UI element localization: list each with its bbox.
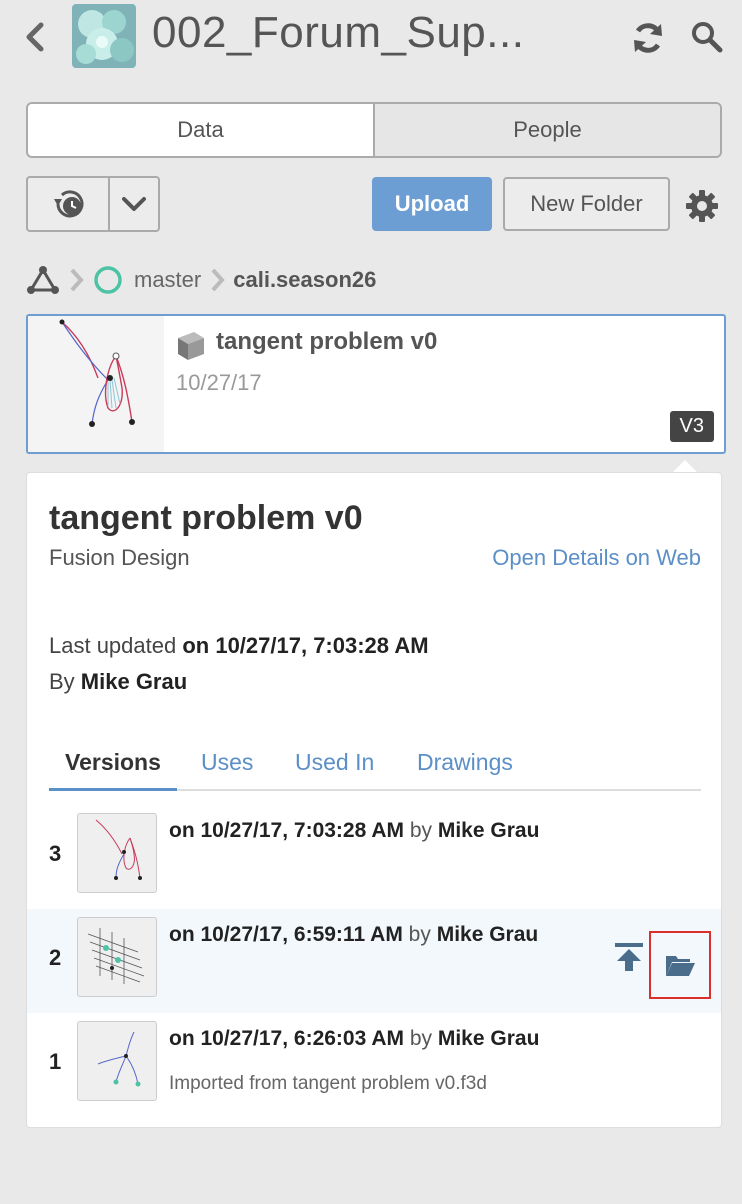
details-title: tangent problem v0 (49, 499, 363, 537)
history-menu-toggle[interactable] (110, 178, 158, 230)
history-icon (54, 190, 84, 218)
promote-icon (615, 943, 643, 971)
version-info: on 10/27/17, 6:59:11 AM by Mike Grau (169, 923, 538, 947)
version-author: Mike Grau (437, 819, 540, 842)
tab-uses[interactable]: Uses (201, 749, 253, 791)
last-updated: Last updated on 10/27/17, 7:03:28 AM (49, 633, 429, 659)
tab-data[interactable]: Data (28, 104, 375, 156)
search-icon (692, 22, 723, 53)
selected-file-card[interactable]: tangent problem v0 10/27/17 V3 (26, 314, 726, 454)
chevron-left-icon (26, 22, 44, 52)
breadcrumb-branch[interactable]: master (134, 267, 201, 293)
version-badge: V3 (669, 411, 714, 442)
breadcrumb: master cali.season26 (26, 262, 376, 298)
refresh-button[interactable] (630, 20, 666, 56)
settings-button[interactable] (684, 188, 720, 224)
chevron-right-icon (211, 268, 225, 292)
updated-by-value: Mike Grau (80, 669, 188, 694)
version-number: 1 (49, 1049, 62, 1074)
tab-versions[interactable]: Versions (49, 749, 177, 791)
branch-circle-icon (94, 266, 122, 294)
hub-icon[interactable] (26, 265, 60, 295)
version-author: Mike Grau (437, 1027, 540, 1050)
version-number: 2 (49, 945, 62, 970)
version-by: by (404, 819, 438, 842)
chevron-down-icon (122, 197, 146, 211)
tab-drawings[interactable]: Drawings (417, 749, 513, 791)
gear-icon (686, 190, 718, 222)
version-row[interactable]: 3 on 10/27/17, 7:03:28 AM by Mike Grau (27, 805, 721, 909)
version-row[interactable]: 2 on 10/27/17, 6:59:11 AM by Mike Grau (27, 909, 721, 1013)
data-people-switch: Data People (26, 102, 722, 158)
version-by: by (402, 923, 437, 946)
version-thumbnail (77, 917, 157, 997)
file-date: 10/27/17 (176, 370, 262, 395)
chevron-right-icon (70, 268, 84, 292)
history-dropdown (26, 176, 160, 232)
project-thumbnail (72, 4, 136, 68)
version-thumbnail (77, 1021, 157, 1101)
version-info: on 10/27/17, 7:03:28 AM by Mike Grau (169, 819, 539, 843)
file-thumbnail (28, 316, 164, 452)
details-type: Fusion Design (49, 545, 190, 570)
updated-by: By Mike Grau (49, 669, 187, 695)
version-by: by (404, 1027, 438, 1050)
open-version-button[interactable] (649, 931, 711, 999)
breadcrumb-folder: cali.season26 (233, 267, 377, 292)
version-date: on 10/27/17, 6:26:03 AM (169, 1027, 404, 1050)
version-info: on 10/27/17, 6:26:03 AM by Mike Grau (169, 1027, 539, 1051)
upload-button[interactable]: Upload (372, 177, 492, 231)
header: 002_Forum_Sup... (0, 0, 742, 80)
version-note: Imported from tangent problem v0.f3d (169, 1073, 487, 1094)
folder-open-icon (666, 956, 695, 976)
version-date: on 10/27/17, 7:03:28 AM (169, 819, 404, 842)
details-panel: tangent problem v0 Fusion Design Open De… (26, 472, 722, 1128)
version-author: Mike Grau (436, 923, 539, 946)
version-date: on 10/27/17, 6:59:11 AM (169, 923, 403, 946)
last-updated-value: on 10/27/17, 7:03:28 AM (182, 633, 429, 658)
last-updated-label: Last updated (49, 633, 183, 658)
back-button[interactable] (22, 20, 48, 54)
version-thumbnail (77, 813, 157, 893)
project-title: 002_Forum_Sup... (152, 8, 525, 57)
version-number: 3 (49, 841, 62, 866)
tab-used-in[interactable]: Used In (295, 749, 374, 791)
history-button[interactable] (28, 178, 110, 230)
open-details-on-web-link[interactable]: Open Details on Web (492, 545, 701, 571)
new-folder-button[interactable]: New Folder (503, 177, 670, 231)
search-button[interactable] (690, 20, 724, 54)
design-cube-icon (178, 332, 204, 360)
tab-people[interactable]: People (375, 104, 720, 156)
refresh-icon (634, 23, 662, 53)
promote-version-button[interactable] (613, 941, 645, 973)
file-name: tangent problem v0 (216, 328, 438, 355)
version-row[interactable]: 1 on 10/27/17, 6:26:03 AM by Mike Grau I… (27, 1013, 721, 1117)
updated-by-label: By (49, 669, 81, 694)
details-tabs: Versions Uses Used In Drawings (49, 749, 701, 791)
